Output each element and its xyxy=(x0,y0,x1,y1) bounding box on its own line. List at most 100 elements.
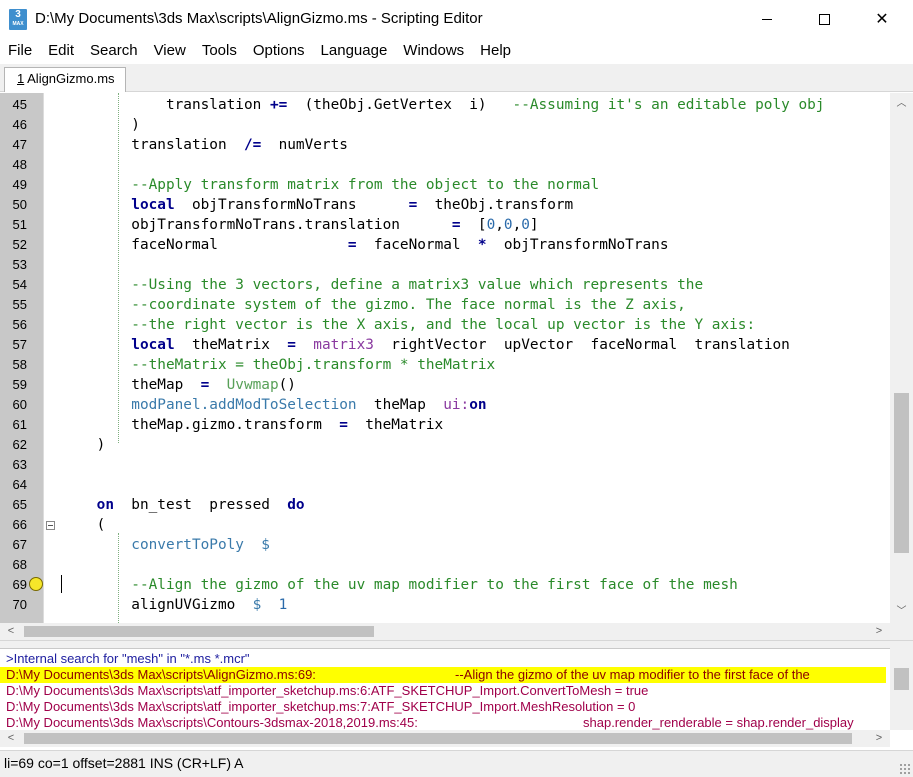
code-line[interactable]: 54 --Using the 3 vectors, define a matri… xyxy=(0,275,888,295)
menu-windows[interactable]: Windows xyxy=(395,40,472,62)
pane-splitter[interactable] xyxy=(0,640,913,648)
code-line[interactable]: 64 xyxy=(0,475,888,495)
3ds-max-app-icon: 3 MAX xyxy=(9,9,27,30)
code-token: --Apply transform matrix from the object… xyxy=(62,177,600,193)
title-bar: 3 MAX D:\My Documents\3ds Max\scripts\Ali… xyxy=(0,0,913,40)
result-file: D:\My Documents\3ds Max\scripts\AlignGiz… xyxy=(6,667,316,682)
menu-edit[interactable]: Edit xyxy=(40,40,82,62)
line-number: 53 xyxy=(12,257,27,272)
code-text: ) xyxy=(62,435,106,455)
code-line[interactable]: 57 local theMatrix = matrix3 rightVector… xyxy=(0,335,888,355)
editor-vertical-scrollbar[interactable]: ︿ ﹀ xyxy=(890,93,913,623)
code-token: objTransformNoTrans xyxy=(174,197,409,213)
scroll-right-icon[interactable]: > xyxy=(870,623,888,640)
scroll-thumb[interactable] xyxy=(894,393,909,553)
line-number: 61 xyxy=(12,417,27,432)
code-line[interactable]: 66 ( xyxy=(0,515,888,535)
code-line[interactable]: 48 xyxy=(0,155,888,175)
code-line[interactable]: 61 theMap.gizmo.transform = theMatrix xyxy=(0,415,888,435)
close-button[interactable]: ✕ xyxy=(853,0,911,38)
code-line[interactable]: 58 --theMatrix = theObj.transform * theM… xyxy=(0,355,888,375)
menu-options[interactable]: Options xyxy=(245,40,313,62)
code-line[interactable]: 50 local objTransformNoTrans = theObj.tr… xyxy=(0,195,888,215)
code-token: = xyxy=(408,197,418,213)
menu-language[interactable]: Language xyxy=(313,40,396,62)
code-line[interactable]: 47 translation /= numVerts xyxy=(0,135,888,155)
search-result-line[interactable]: D:\My Documents\3ds Max\scripts\Contours… xyxy=(6,715,886,730)
menu-tools[interactable]: Tools xyxy=(194,40,245,62)
code-line[interactable]: 62 ) xyxy=(0,435,888,455)
code-line[interactable]: 56 --the right vector is the X axis, and… xyxy=(0,315,888,335)
code-token: theMap xyxy=(356,397,444,413)
code-editor[interactable]: 45 translation += (theObj.GetVertex i) -… xyxy=(0,93,913,623)
scroll-left-icon[interactable]: < xyxy=(2,730,20,747)
code-token: , xyxy=(495,217,504,233)
menu-file[interactable]: File xyxy=(0,40,40,62)
text-caret xyxy=(61,575,62,593)
scroll-down-icon[interactable]: ﹀ xyxy=(890,603,913,621)
code-text: local objTransformNoTrans = theObj.trans… xyxy=(62,195,573,215)
line-number: 60 xyxy=(12,397,27,412)
output-horizontal-scrollbar[interactable]: < > xyxy=(0,730,890,747)
minimize-button[interactable] xyxy=(738,0,796,38)
menu-view[interactable]: View xyxy=(146,40,194,62)
scroll-left-icon[interactable]: < xyxy=(2,623,20,640)
maximize-icon xyxy=(818,13,830,25)
line-number: 51 xyxy=(12,217,27,232)
code-line[interactable]: 63 xyxy=(0,455,888,475)
search-result-line[interactable]: D:\My Documents\3ds Max\scripts\atf_impo… xyxy=(6,699,886,715)
output-pane[interactable]: >Internal search for "mesh" in "*.ms *.m… xyxy=(0,648,913,730)
code-token: bn_test pressed xyxy=(113,497,288,513)
code-line[interactable]: 52 faceNormal = faceNormal * objTransfor… xyxy=(0,235,888,255)
code-line[interactable]: 59 theMap = Uvwmap() xyxy=(0,375,888,395)
minimize-icon xyxy=(762,18,772,20)
tab-aligngizmo[interactable]: 1 AlignGizmo.ms xyxy=(4,67,126,92)
bookmark-icon[interactable] xyxy=(29,577,43,591)
editor-horizontal-scrollbar[interactable]: < > xyxy=(0,623,890,640)
code-line[interactable]: 65 on bn_test pressed do xyxy=(0,495,888,515)
output-vertical-scrollbar[interactable] xyxy=(890,648,913,730)
code-token: += xyxy=(269,97,288,113)
menu-help[interactable]: Help xyxy=(472,40,519,62)
search-result-line[interactable]: D:\My Documents\3ds Max\scripts\atf_impo… xyxy=(6,683,886,699)
code-text: translation += (theObj.GetVertex i) --As… xyxy=(62,95,824,115)
code-line[interactable]: 68 xyxy=(0,555,888,575)
code-text: alignUVGizmo $ 1 xyxy=(62,595,287,615)
code-line[interactable]: 53 xyxy=(0,255,888,275)
menu-search[interactable]: Search xyxy=(82,40,146,62)
scroll-thumb[interactable] xyxy=(894,668,909,690)
code-line[interactable]: 49 --Apply transform matrix from the obj… xyxy=(0,175,888,195)
code-line[interactable]: 70 alignUVGizmo $ 1 xyxy=(0,595,888,615)
search-result-line[interactable]: D:\My Documents\3ds Max\scripts\AlignGiz… xyxy=(0,667,886,683)
code-line[interactable]: 67 convertToPoly $ xyxy=(0,535,888,555)
line-number: 68 xyxy=(12,557,27,572)
code-line[interactable]: 55 --coordinate system of the gizmo. The… xyxy=(0,295,888,315)
code-token: * xyxy=(477,237,487,253)
tab-bar: 1 AlignGizmo.ms xyxy=(0,64,913,92)
line-number: 58 xyxy=(12,357,27,372)
line-number: 56 xyxy=(12,317,27,332)
scroll-right-icon[interactable]: > xyxy=(870,730,888,747)
code-line[interactable]: 69 --Align the gizmo of the uv map modif… xyxy=(0,575,888,595)
code-line[interactable]: 60 modPanel.addModToSelection theMap ui:… xyxy=(0,395,888,415)
code-line[interactable]: 45 translation += (theObj.GetVertex i) -… xyxy=(0,95,888,115)
scroll-thumb[interactable] xyxy=(24,626,374,637)
window-title: D:\My Documents\3ds Max\scripts\AlignGiz… xyxy=(35,10,483,27)
code-token: --Assuming it's an editable poly obj xyxy=(512,97,825,113)
code-token: matrix3 xyxy=(313,337,374,353)
code-line[interactable]: 46 ) xyxy=(0,115,888,135)
resize-grip-icon[interactable] xyxy=(899,763,911,775)
maximize-button[interactable] xyxy=(795,0,853,38)
code-text: --Align the gizmo of the uv map modifier… xyxy=(62,575,738,595)
code-token: translation xyxy=(62,137,244,153)
code-line[interactable]: 51 objTransformNoTrans.translation = [0,… xyxy=(0,215,888,235)
scroll-thumb[interactable] xyxy=(24,733,852,744)
close-icon: ✕ xyxy=(875,11,889,28)
line-number: 57 xyxy=(12,337,27,352)
scroll-up-icon[interactable]: ︿ xyxy=(890,95,913,113)
code-token: 1 xyxy=(278,597,288,613)
code-token: ] xyxy=(529,217,539,233)
